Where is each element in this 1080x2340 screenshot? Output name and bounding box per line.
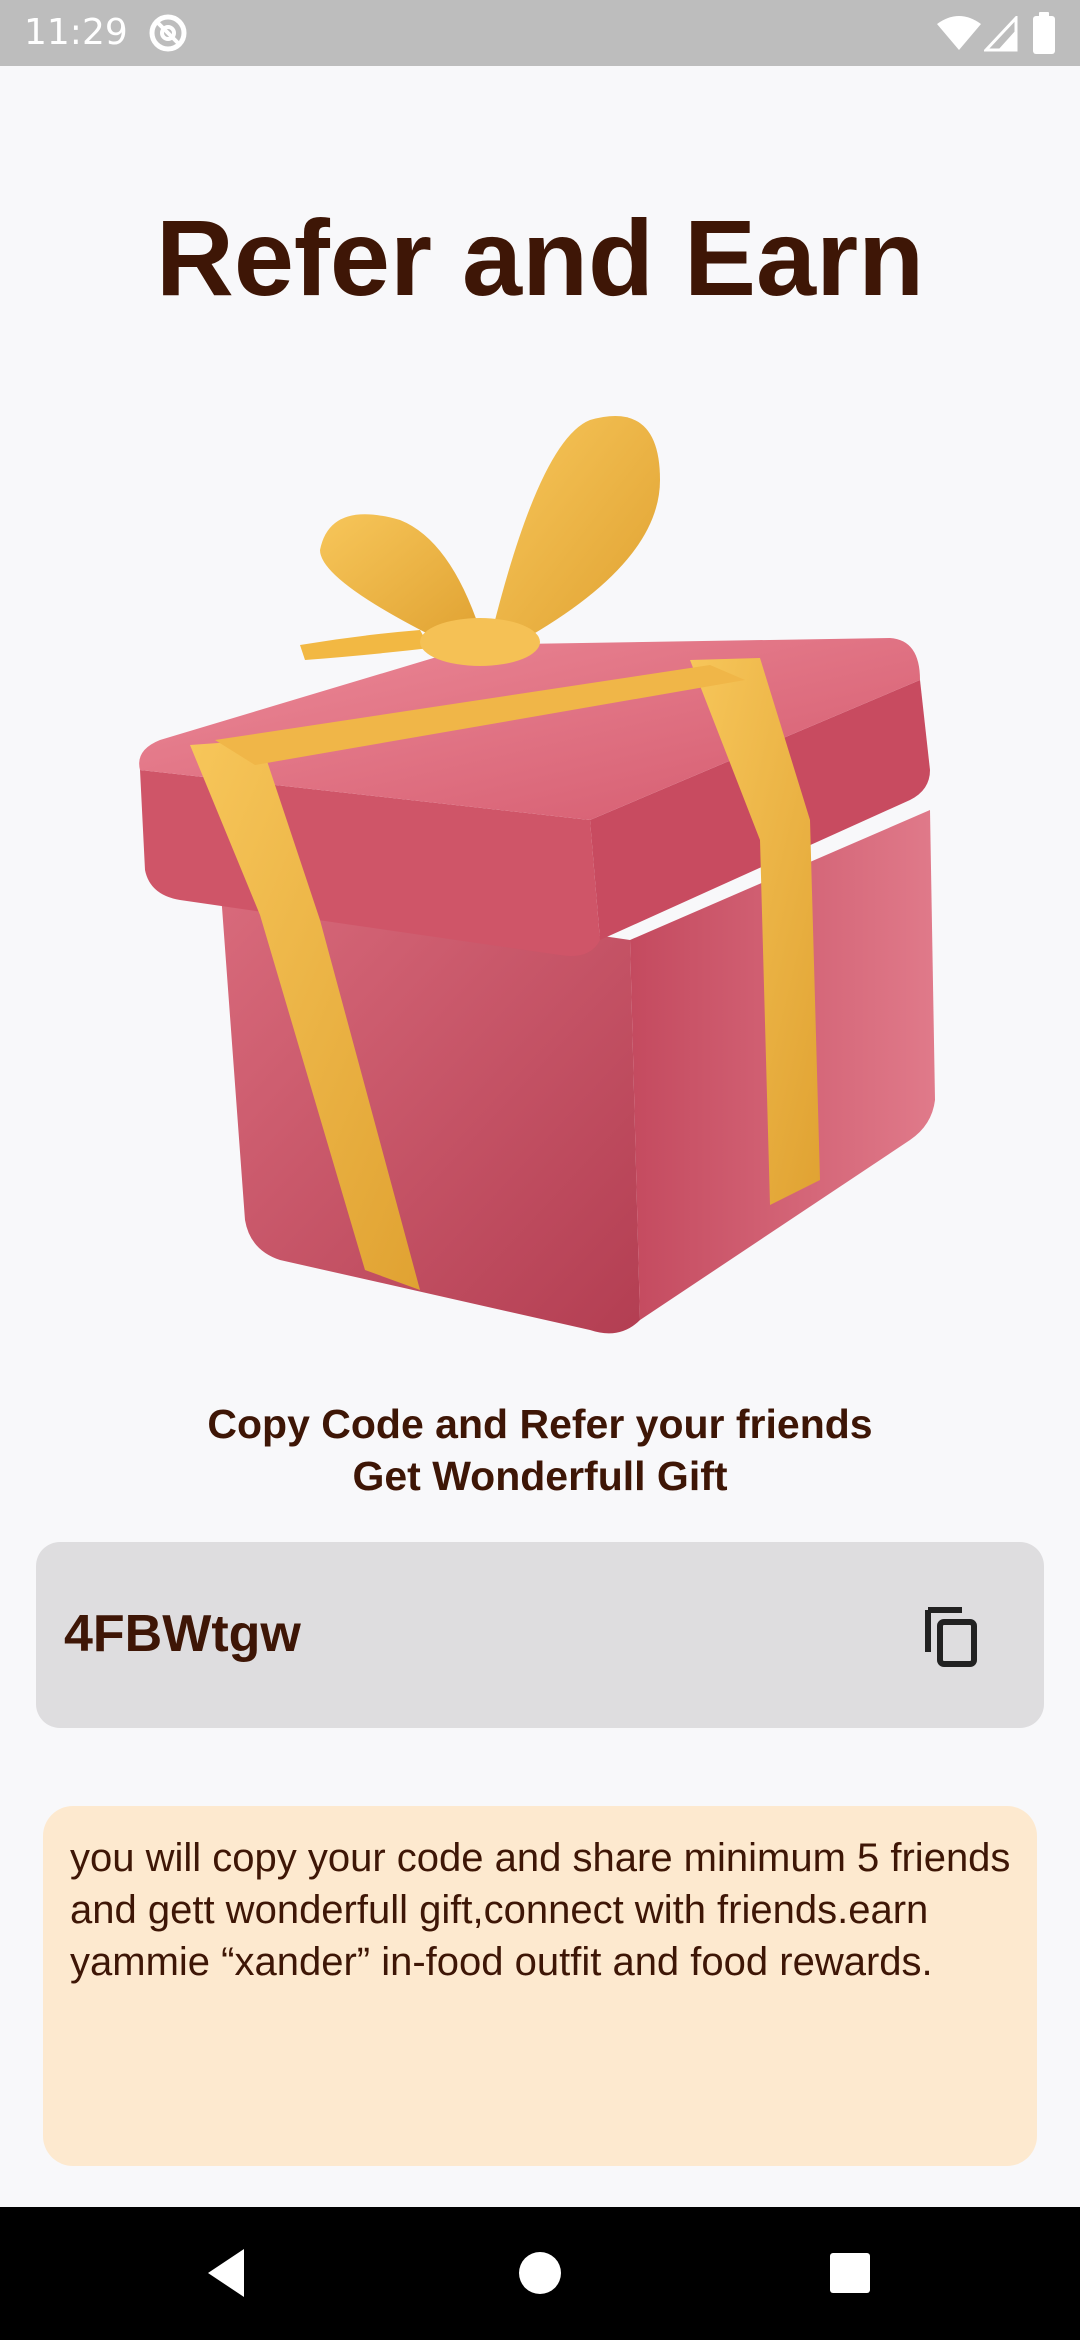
copy-icon[interactable]: [918, 1600, 988, 1670]
screen: 11:29 Refer and Earn Copy Code and Refer…: [0, 0, 1080, 2340]
status-bar: 11:29: [0, 0, 1080, 66]
back-icon[interactable]: [194, 2241, 258, 2305]
gift-box-image: [139, 416, 935, 1334]
signal-icon: [984, 16, 1018, 52]
status-time: 11:29: [24, 12, 128, 53]
referral-code-box: 4FBWtgw: [36, 1542, 1044, 1728]
at-sign-icon: [149, 14, 187, 52]
refer-caption: Copy Code and Refer your friends Get Won…: [0, 1398, 1080, 1502]
caption-line-1: Copy Code and Refer your friends: [207, 1401, 873, 1447]
navigation-bar: [0, 2207, 1080, 2340]
home-icon[interactable]: [508, 2241, 572, 2305]
info-text: you will copy your code and share minimu…: [70, 1836, 1011, 1984]
recents-icon[interactable]: [818, 2241, 882, 2305]
caption-line-2: Get Wonderfull Gift: [352, 1453, 728, 1499]
wifi-icon: [937, 16, 981, 50]
info-box: you will copy your code and share minimu…: [43, 1806, 1037, 2166]
battery-icon: [1033, 12, 1055, 54]
referral-code: 4FBWtgw: [64, 1605, 301, 1663]
page-title: Refer and Earn: [155, 197, 925, 318]
